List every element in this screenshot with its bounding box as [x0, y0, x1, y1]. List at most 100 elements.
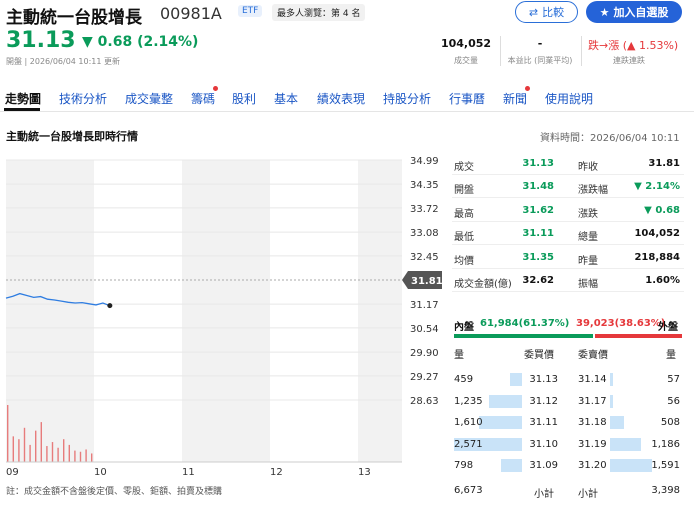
row-divider [452, 174, 684, 175]
tab-performance[interactable]: 績效表現 [317, 90, 365, 107]
y-tick-label: 33.08 [410, 228, 439, 239]
quote-value: 31.62 [522, 204, 554, 216]
volume-bar [57, 447, 59, 462]
bid-bar [479, 416, 522, 429]
ask-qty: 508 [660, 417, 680, 428]
limit-status: 跌→漲 (▲ 1.53%) [588, 39, 679, 52]
quote-label: 振幅 [578, 279, 598, 290]
intraday-chart[interactable]: 34.99 34.35 33.72 33.08 32.45 31.17 30.54 29.90… [0, 150, 445, 485]
tab-technical[interactable]: 技術分析 [59, 90, 107, 107]
quote-label: 開盤 [454, 185, 474, 197]
compare-icon: ⇄ [528, 5, 539, 19]
ask-price-header: 委賣價 [578, 350, 608, 361]
quote-label: 最低 [454, 232, 474, 244]
bid-bar [509, 373, 522, 386]
ask-price: 31.14 [578, 374, 607, 385]
tab-chart[interactable]: 走勢圖 [5, 90, 41, 107]
quote-value: 31.11 [522, 228, 554, 240]
tab-bar: 走勢圖 技術分析 成交彙整 籌碼 股利 基本 績效表現 持股分析 行事曆 新聞 … [0, 82, 694, 112]
volume-bar [51, 442, 54, 462]
divider [581, 36, 582, 66]
pe-label: 本益比 (同業平均) [507, 56, 573, 65]
quote-label: 總量 [578, 232, 598, 244]
tab-basic[interactable]: 基本 [274, 90, 298, 107]
volume-value: 104,052 [440, 37, 492, 50]
add-watchlist-button[interactable]: ★ 加入自選股 [586, 1, 682, 23]
quote-value: 31.13 [522, 158, 554, 169]
bid-qty: 1,610 [454, 417, 483, 428]
quote-value: 104,052 [634, 228, 680, 240]
add-watchlist-label: 加入自選股 [613, 6, 669, 19]
section-title: 主動統一台股增長即時行情 [6, 130, 138, 143]
y-tick-label: 30.54 [410, 324, 439, 335]
volume-label: 成交量 [454, 56, 478, 65]
ask-qty: 1,186 [651, 438, 680, 450]
price-change: ▼ 0.68 (2.14%) [82, 34, 198, 50]
volume-bar [46, 446, 48, 462]
ask-price: 31.18 [578, 417, 607, 428]
tab-calendar[interactable]: 行事曆 [449, 90, 485, 107]
quote-label: 最高 [454, 208, 474, 220]
x-tick-label: 11 [182, 467, 195, 478]
bid-price: 31.11 [529, 417, 558, 428]
tab-chips[interactable]: 籌碼 [191, 90, 215, 107]
pe-value: - [537, 37, 543, 50]
quote-value: 31.81 [648, 158, 680, 169]
compare-label: 比較 [542, 6, 565, 19]
y-tick-label: 32.45 [410, 252, 439, 263]
ask-bar [610, 416, 624, 429]
volume-bar [29, 444, 31, 462]
data-time: 資料時間：2026/06/04 10:11 [540, 133, 680, 144]
tab-help[interactable]: 使用說明 [545, 90, 593, 107]
last-price-point [107, 303, 113, 309]
quote-label: 漲跌幅 [578, 185, 608, 197]
bid-price: 31.12 [529, 395, 558, 407]
quote-table: 成交 31.13 開盤 31.48 最高 31.62 最低 31.11 均價 31.35 成交金額(… [452, 150, 684, 318]
ask-price: 31.19 [578, 438, 607, 450]
ask-price: 31.17 [578, 395, 607, 407]
limit-label: 連跌連跌 [613, 56, 645, 65]
inside-label: 內盤 [454, 322, 474, 333]
ask-qty: 56 [667, 395, 680, 407]
bid-price: 31.10 [529, 438, 558, 450]
ref-price-label: 31.81 [411, 276, 443, 287]
bid-price: 31.09 [529, 460, 558, 471]
x-tick-label: 10 [94, 467, 107, 478]
volume-bar [85, 449, 87, 462]
x-tick-label: 13 [358, 467, 371, 478]
notification-dot [525, 86, 530, 91]
current-price: 31.13 [6, 28, 76, 53]
update-time: 開盤 | 2026/06/04 10:11 更新 [6, 57, 121, 66]
volume-bar [63, 439, 65, 462]
row-divider [452, 267, 684, 269]
hour-band [6, 160, 94, 462]
volume-bar [23, 427, 26, 462]
inout-panel: 內盤 61,984(61.37%) 39,023(38.63%) 外盤 [452, 318, 684, 340]
compare-button[interactable]: ⇄ 比較 [515, 1, 578, 23]
y-tick-label: 29.90 [410, 348, 439, 359]
quote-value: 218,884 [634, 251, 680, 263]
ask-qty: 57 [667, 374, 680, 385]
rank-badge: 最多人瀏覽：第 4 名 [272, 4, 366, 21]
tab-dividend[interactable]: 股利 [232, 90, 256, 107]
bid-qty-header: 量 [454, 350, 464, 361]
tab-holdings[interactable]: 持股分析 [383, 90, 431, 107]
ask-qty-header: 量 [666, 350, 676, 361]
order-book: 量 委買價 委賣價 量 459 31.13 1,235 31.12 1,610 31.11 2,57… [452, 344, 684, 500]
x-tick-label: 12 [270, 467, 283, 478]
quote-value: ▼ 2.14% [634, 181, 680, 193]
tab-trades[interactable]: 成交彙整 [125, 90, 173, 107]
ask-total-label: 小計 [578, 489, 598, 500]
outside-value: 39,023(38.63%) [576, 318, 666, 329]
outside-bar [594, 334, 682, 338]
volume-bar [40, 422, 42, 462]
stock-code: 00981A [160, 4, 222, 23]
down-arrow-icon: ▼ [82, 34, 93, 50]
volume-bar [7, 405, 9, 462]
quote-value: 31.48 [522, 181, 554, 193]
bid-bar [500, 459, 522, 472]
bid-price-header: 委買價 [524, 350, 554, 361]
tab-news[interactable]: 新聞 [503, 90, 527, 107]
volume-bar [91, 453, 93, 462]
hour-band [182, 160, 270, 462]
